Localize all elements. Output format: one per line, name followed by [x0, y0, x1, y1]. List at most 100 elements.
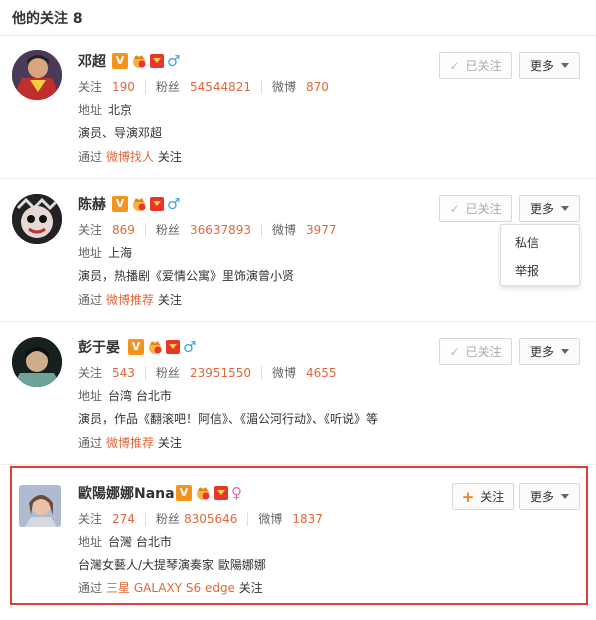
avatar-image [12, 194, 62, 244]
stats-divider [261, 365, 263, 380]
avatar[interactable] [12, 194, 62, 244]
fans-count[interactable]: 54544821 [190, 80, 251, 94]
fans-label: 粉丝 [155, 80, 180, 94]
source-suffix: 关注 [238, 581, 263, 595]
fans-badge-icon[interactable] [150, 197, 164, 211]
check-icon: ✓ [449, 344, 460, 359]
user-bio: 演员、导演邓超 [78, 126, 163, 140]
user-bio: 演员，热播剧《爱情公寓》里饰演曾小贤 [78, 269, 295, 283]
follow-label: 关注 [78, 366, 103, 380]
more-label: 更多 [529, 202, 554, 216]
vip-crown-icon[interactable] [131, 196, 147, 212]
menu-item-report[interactable]: 举报 [515, 262, 539, 279]
via-label: 通过 [78, 581, 103, 595]
user-stats: 关注 190 粉丝 54544821 微博 870 [78, 78, 329, 95]
follow-count[interactable]: 543 [112, 366, 135, 380]
follow-count[interactable]: 274 [112, 512, 135, 526]
source-link[interactable]: 微博推荐 [106, 293, 154, 307]
fans-badge-icon[interactable] [214, 486, 228, 500]
followed-button[interactable]: ✓ 已关注 [439, 195, 512, 222]
avatar[interactable] [12, 337, 62, 387]
more-button[interactable]: 更多 [519, 52, 580, 79]
male-icon: ♂ [167, 195, 181, 213]
fans-count[interactable]: 8305646 [184, 512, 237, 526]
user-address: 地址 台灣 台北市 [78, 533, 172, 550]
address-label: 地址 [78, 246, 103, 260]
user-name[interactable]: 彭于晏 [78, 337, 120, 357]
follow-button[interactable]: + 关注 [452, 483, 514, 510]
weibo-label: 微博 [272, 80, 297, 94]
menu-item-private-message[interactable]: 私信 [515, 234, 539, 251]
address-value: 北京 [108, 103, 133, 117]
user-bio: 演员，作品《翻滚吧！阿信》、《湄公河行动》、《听说》等 [78, 412, 379, 426]
plus-icon: + [461, 487, 475, 506]
stats-divider [261, 222, 263, 237]
follow-source: 通过 三星 GALAXY S6 edge 关注 [78, 579, 263, 596]
user-badges: V ♀ [176, 485, 242, 501]
user-card: 彭于晏 V ♂ 关注 543 粉丝 23951550 微博 4655 地址 台湾 … [0, 322, 596, 465]
weibo-label: 微博 [272, 366, 297, 380]
follow-count[interactable]: 190 [112, 80, 135, 94]
source-suffix: 关注 [157, 436, 182, 450]
fans-label: 粉丝 [155, 366, 180, 380]
more-label: 更多 [529, 59, 554, 73]
user-address: 地址 北京 [78, 101, 132, 118]
male-icon: ♂ [183, 338, 197, 356]
verified-icon[interactable]: V [112, 196, 128, 212]
verified-icon[interactable]: V [176, 485, 192, 501]
fans-badge-icon[interactable] [166, 340, 180, 354]
followed-label: 已关注 [465, 345, 502, 359]
verified-icon[interactable]: V [112, 53, 128, 69]
chevron-down-icon [561, 494, 569, 499]
user-stats: 关注 869 粉丝 36637893 微博 3977 [78, 221, 337, 238]
user-bio: 台灣女藝人/大提琴演奏家 歐陽娜娜 [78, 558, 266, 572]
follow-source: 通过 微博推荐 关注 [78, 291, 182, 308]
user-name[interactable]: 歐陽娜娜Nana [78, 483, 175, 503]
followed-button[interactable]: ✓ 已关注 [439, 52, 512, 79]
stats-divider [247, 511, 249, 526]
address-value: 台灣 台北市 [108, 535, 172, 549]
user-stats: 关注 274 粉丝 8305646 微博 1837 [78, 510, 323, 527]
weibo-count[interactable]: 3977 [306, 223, 337, 237]
weibo-count[interactable]: 870 [306, 80, 329, 94]
check-icon: ✓ [449, 58, 460, 73]
fans-badge-icon[interactable] [150, 54, 164, 68]
avatar-image [19, 485, 61, 527]
source-suffix: 关注 [157, 150, 182, 164]
fans-label: 粉丝 [155, 223, 180, 237]
more-button[interactable]: 更多 [519, 338, 580, 365]
fans-count[interactable]: 23951550 [190, 366, 251, 380]
user-name[interactable]: 邓超 [78, 51, 106, 71]
follow-label: 关注 [78, 512, 103, 526]
follow-count[interactable]: 869 [112, 223, 135, 237]
source-link[interactable]: 三星 GALAXY S6 edge [106, 581, 235, 595]
weibo-count[interactable]: 1837 [292, 512, 323, 526]
vip-crown-icon[interactable] [131, 53, 147, 69]
source-link[interactable]: 微博找人 [106, 150, 154, 164]
followed-button[interactable]: ✓ 已关注 [439, 338, 512, 365]
address-value: 上海 [108, 246, 133, 260]
follow-label: 关注 [78, 80, 103, 94]
vip-crown-icon[interactable] [195, 485, 211, 501]
vip-crown-icon[interactable] [147, 339, 163, 355]
verified-icon[interactable]: V [128, 339, 144, 355]
stats-divider [144, 511, 146, 526]
follow-label: 关注 [78, 223, 103, 237]
avatar[interactable] [12, 50, 62, 100]
more-label: 更多 [529, 345, 554, 359]
more-label: 更多 [529, 490, 554, 504]
user-address: 地址 上海 [78, 244, 132, 261]
stats-divider [144, 79, 146, 94]
weibo-count[interactable]: 4655 [306, 366, 337, 380]
chevron-down-icon [561, 206, 569, 211]
user-name[interactable]: 陈赫 [78, 194, 106, 214]
via-label: 通过 [78, 150, 103, 164]
more-button[interactable]: 更多 [519, 195, 580, 222]
stats-divider [144, 365, 146, 380]
avatar[interactable] [19, 485, 61, 527]
followed-label: 已关注 [465, 202, 502, 216]
fans-count[interactable]: 36637893 [190, 223, 251, 237]
more-dropdown-menu: 私信 举报 [500, 224, 580, 286]
more-button[interactable]: 更多 [519, 483, 580, 510]
source-link[interactable]: 微博推荐 [106, 436, 154, 450]
